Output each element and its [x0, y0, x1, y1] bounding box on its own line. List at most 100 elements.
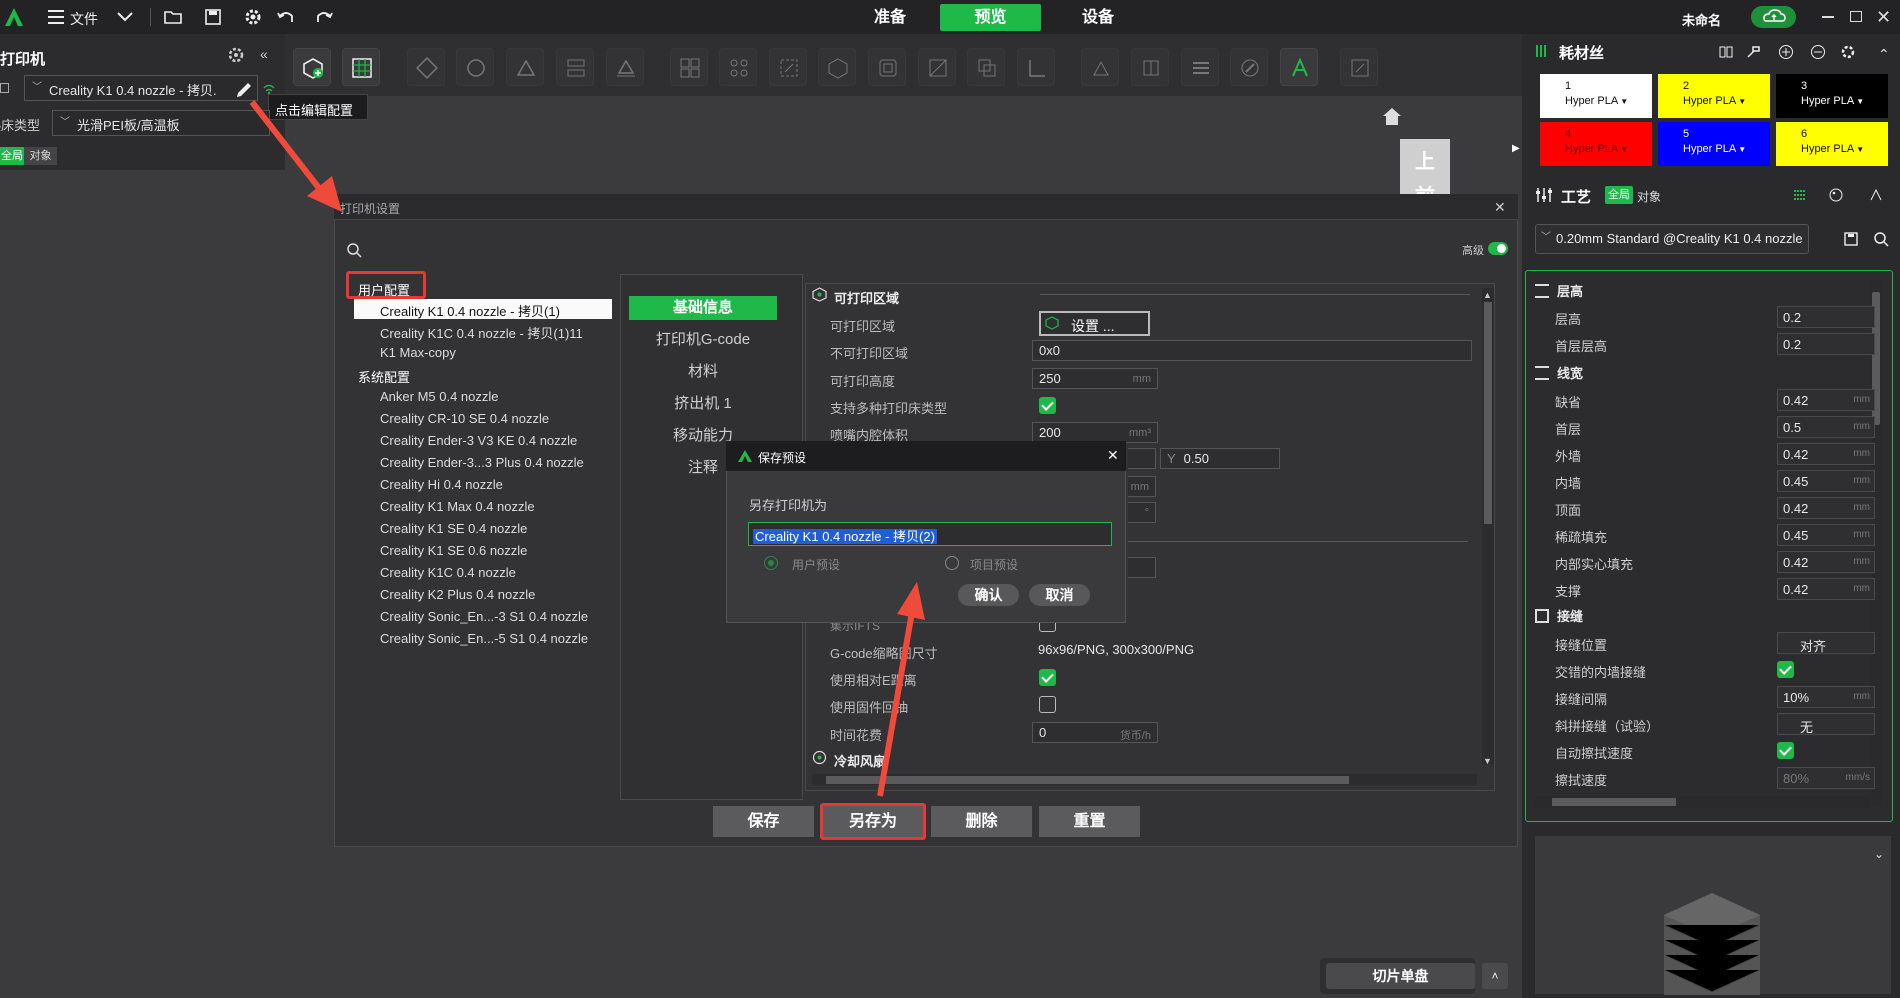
advanced-toggle[interactable]	[1488, 242, 1508, 255]
dropdown-arrow-icon[interactable]: ▼	[1856, 97, 1864, 106]
settings-nav-tab[interactable]: 材料	[629, 360, 777, 384]
partial-field-4[interactable]	[1128, 557, 1156, 578]
time-cost-input[interactable]: 0 货币/h	[1032, 722, 1158, 743]
measure-icon[interactable]	[1017, 48, 1055, 86]
multi-bed-checkbox[interactable]	[1039, 397, 1056, 417]
seam-position-select[interactable]: 对齐	[1777, 632, 1875, 654]
edit-pencil-icon[interactable]	[232, 77, 256, 99]
setting-input[interactable]: 0.45 mm	[1777, 470, 1875, 492]
filament-slot[interactable]: 4 Hyper PLA ▼	[1540, 122, 1652, 166]
system-preset-item[interactable]: Creality K1C 0.4 nozzle	[380, 565, 516, 580]
plate-grid-icon[interactable]	[342, 48, 380, 86]
seam-staggered-checkbox[interactable]	[1777, 661, 1794, 681]
system-preset-item[interactable]: Anker M5 0.4 nozzle	[380, 389, 499, 404]
partial-field-1[interactable]	[1128, 448, 1156, 469]
scarf-seam-select[interactable]: 无	[1777, 713, 1875, 735]
menu-icon[interactable]	[47, 8, 69, 26]
relative-e-checkbox[interactable]	[1039, 669, 1056, 689]
process-object-toggle[interactable]: 对象	[1637, 188, 1661, 205]
system-preset-item[interactable]: Creality Sonic_En...-5 S1 0.4 nozzle	[380, 631, 588, 646]
settings-nav-tab[interactable]: 基础信息	[629, 296, 777, 320]
scroll-down-icon[interactable]: ▼	[1483, 756, 1492, 766]
system-preset-item[interactable]: Creality K1 SE 0.4 nozzle	[380, 521, 527, 536]
bed-type-select[interactable]: 光滑PEI板/高温板	[52, 110, 270, 136]
content-vscrollbar-thumb[interactable]	[1484, 302, 1492, 524]
scope-object-toggle[interactable]: 对象	[24, 147, 57, 165]
scope-global-toggle[interactable]: 全局	[0, 147, 24, 165]
process-global-toggle[interactable]: 全局	[1605, 186, 1633, 204]
expand-panel-icon[interactable]: ▶	[1512, 143, 1520, 154]
seam-paint-icon[interactable]	[1131, 48, 1169, 86]
add-circle-icon[interactable]	[1778, 44, 1794, 60]
support-paint-icon[interactable]	[1081, 48, 1119, 86]
layers-icon[interactable]	[1181, 48, 1219, 86]
save-preset-button[interactable]: 保存	[713, 806, 814, 837]
palette-icon[interactable]	[1828, 187, 1844, 203]
filament-slot[interactable]: 6 Hyper PLA ▼	[1776, 122, 1888, 166]
cancel-button[interactable]: 取消	[1029, 584, 1090, 606]
filament-slot[interactable]: 3 Hyper PLA ▼	[1776, 74, 1888, 118]
auto-wipe-checkbox[interactable]	[1777, 742, 1794, 762]
compare-icon[interactable]	[1868, 187, 1884, 203]
preset-name-input[interactable]: Creality K1 0.4 nozzle - 拷贝(2)	[748, 522, 1112, 546]
user-preset-option[interactable]: 用户预设	[792, 556, 840, 573]
tab-device[interactable]: 设备	[1058, 4, 1138, 31]
filament-slot[interactable]: 1 Hyper PLA ▼	[1540, 74, 1652, 118]
settings-nav-tab[interactable]: 打印机G-code	[629, 328, 777, 352]
filament-slot[interactable]: 5 Hyper PLA ▼	[1658, 122, 1770, 166]
setting-input[interactable]: 0.45 mm	[1777, 524, 1875, 546]
sync-icon[interactable]	[1718, 44, 1734, 60]
close-icon[interactable]: ✕	[1876, 7, 1891, 28]
process-preset-select[interactable]: 0.20mm Standard @Creality K1 0.4 nozzle	[1535, 224, 1809, 254]
partial-field-2[interactable]: mm	[1128, 476, 1156, 497]
printer-checkbox[interactable]	[0, 83, 9, 93]
content-hscrollbar-thumb[interactable]	[826, 776, 1349, 784]
assembly-icon[interactable]	[1340, 48, 1378, 86]
arrange-icon[interactable]	[456, 48, 494, 86]
search-icon[interactable]	[1873, 231, 1889, 247]
project-preset-radio[interactable]	[945, 556, 959, 570]
close-icon[interactable]: ✕	[1107, 447, 1119, 464]
cut-icon[interactable]	[918, 48, 956, 86]
gear-icon[interactable]	[243, 7, 265, 29]
partial-field-3[interactable]: °	[1128, 502, 1156, 523]
auto-orient-icon[interactable]	[506, 48, 544, 86]
setting-input[interactable]: 0.2	[1777, 333, 1875, 355]
search-icon[interactable]	[346, 242, 362, 258]
dropdown-arrow-icon[interactable]: ▼	[1856, 145, 1864, 154]
tab-preview[interactable]: 预览	[940, 4, 1041, 31]
system-preset-item[interactable]: Creality K1 SE 0.6 nozzle	[380, 543, 527, 558]
open-folder-icon[interactable]	[163, 7, 185, 29]
scroll-up-icon[interactable]: ▲	[1483, 290, 1492, 300]
seam-gap-input[interactable]: 10% mm	[1777, 686, 1875, 708]
maximize-icon[interactable]	[1850, 11, 1862, 22]
dropdown-arrow-icon[interactable]: ▼	[1620, 145, 1628, 154]
system-preset-item[interactable]: Creality Hi 0.4 nozzle	[380, 477, 503, 492]
home-icon[interactable]	[1380, 105, 1404, 127]
brush-icon[interactable]	[1745, 44, 1761, 60]
color-paint-icon[interactable]	[1230, 48, 1268, 86]
confirm-button[interactable]: 确认	[958, 584, 1019, 606]
printable-height-input[interactable]: 250 mm	[1032, 368, 1158, 389]
dropdown-arrow-icon[interactable]: ▼	[1620, 97, 1628, 106]
system-preset-item[interactable]: Creality Ender-3...3 Plus 0.4 nozzle	[380, 455, 584, 470]
setting-input[interactable]: 0.42 mm	[1777, 578, 1875, 600]
user-preset-item[interactable]: K1 Max-copy	[380, 345, 456, 360]
setting-input[interactable]: 0.5 mm	[1777, 416, 1875, 438]
system-preset-item[interactable]: Creality K1 Max 0.4 nozzle	[380, 499, 535, 514]
settings-nav-tab[interactable]: 挤出机 1	[629, 392, 777, 416]
flatten-icon[interactable]	[606, 48, 644, 86]
boolean-icon[interactable]	[967, 48, 1005, 86]
file-menu[interactable]: 文件	[70, 9, 98, 29]
minimize-icon[interactable]	[1822, 16, 1834, 18]
setting-input[interactable]: 0.2	[1777, 306, 1875, 328]
tab-prepare[interactable]: 准备	[850, 4, 930, 31]
orient-icon[interactable]	[407, 48, 445, 86]
cloud-upload-button[interactable]	[1751, 6, 1796, 28]
scale-icon[interactable]	[769, 48, 807, 86]
user-preset-item[interactable]: Creality K1C 0.4 nozzle - 拷贝(1)11	[380, 323, 583, 342]
thumbnail-size-value[interactable]: 96x96/PNG, 300x300/PNG	[1032, 640, 1472, 661]
dropdown-arrow-icon[interactable]: ▼	[1738, 97, 1746, 106]
user-preset-item[interactable]: Creality K1 0.4 nozzle - 拷贝(1)	[380, 301, 560, 320]
layout-icon[interactable]	[556, 48, 594, 86]
